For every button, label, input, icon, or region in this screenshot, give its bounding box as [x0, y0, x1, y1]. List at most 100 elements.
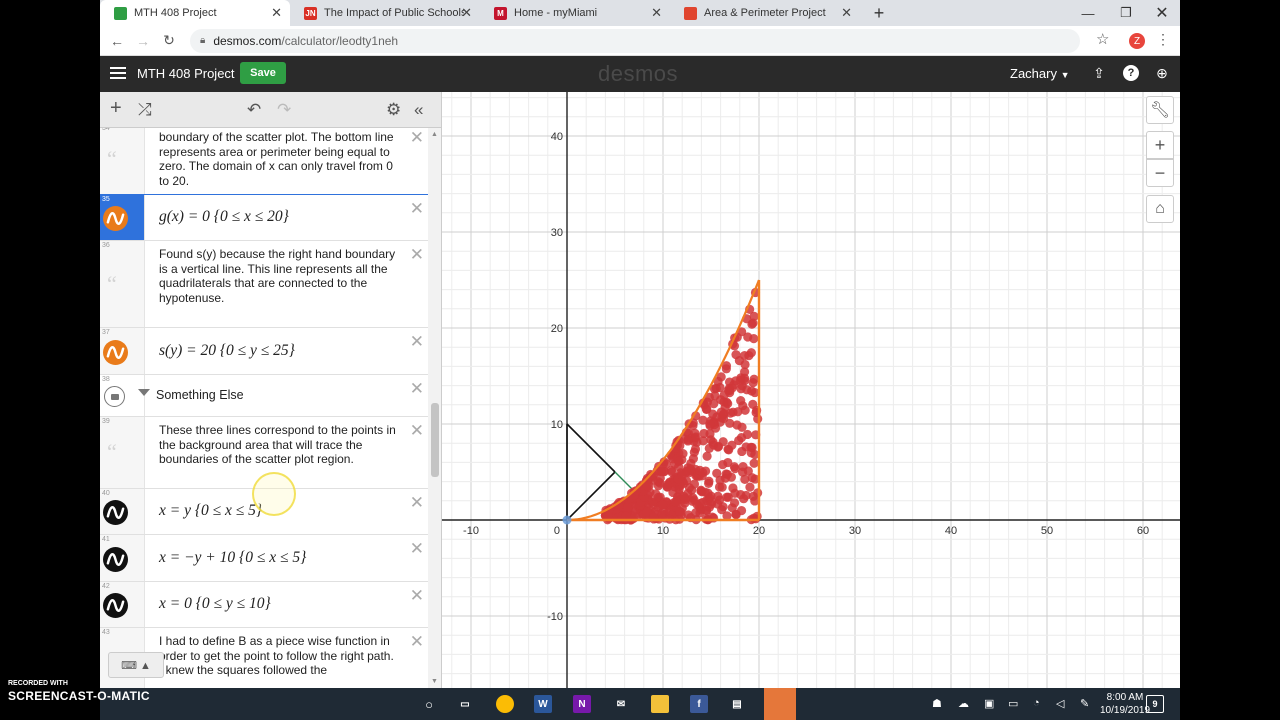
user-menu[interactable]: Zachary ▼	[1010, 66, 1070, 81]
folder-label[interactable]: Something Else	[156, 388, 244, 402]
help-icon[interactable]: ?	[1122, 64, 1140, 82]
graph-function-icon[interactable]	[103, 546, 128, 572]
graph-paper[interactable]: -10 0 10 20 30 40 50 60 40 30 20 10 -10 🔧︎ + − ⌂	[442, 92, 1180, 688]
row-number: 34	[102, 128, 110, 132]
graph-canvas[interactable]: -10 0 10 20 30 40 50 60 40 30 20 10 -10	[442, 92, 1180, 688]
scroll-up-icon[interactable]: ▲	[431, 131, 438, 138]
task-view-icon[interactable]: ▭	[456, 695, 474, 713]
scatter-point	[723, 492, 733, 502]
browser-tab[interactable]: Area & Perimeter Project ✕	[670, 0, 860, 26]
back-icon[interactable]: ←	[104, 28, 130, 54]
delete-expression-icon[interactable]: ✕	[410, 332, 424, 352]
globe-icon[interactable]: ⊕	[1153, 64, 1171, 82]
keyboard-toggle-button[interactable]: ⌨ ▲	[108, 652, 164, 678]
mail-icon[interactable]: ✉	[612, 695, 630, 713]
restore-button[interactable]: ❐	[1108, 0, 1144, 26]
wifi-icon[interactable]: ◔	[1033, 697, 1040, 709]
graph-function-icon[interactable]	[103, 206, 128, 231]
close-window-button[interactable]: ✕	[1144, 0, 1180, 26]
display-icon[interactable]: ▣	[984, 697, 994, 710]
folder-row[interactable]: 38 Something Else ✕	[100, 375, 428, 417]
onenote-icon[interactable]: N	[573, 695, 591, 713]
math-expression[interactable]: x = 0 {0 ≤ y ≤ 10}	[159, 595, 271, 613]
profile-avatar[interactable]: Z	[1129, 33, 1145, 49]
browser-tab[interactable]: M Home - myMiami ✕	[480, 0, 670, 26]
battery-icon[interactable]: ▭	[1008, 697, 1018, 710]
browser-tab[interactable]: JN The Impact of Public Schools on✕	[290, 0, 480, 26]
url-field[interactable]: 🔒︎ desmos.com/calculator/leodty1neh	[190, 28, 1080, 53]
delete-expression-icon[interactable]: ✕	[410, 379, 424, 399]
delete-expression-icon[interactable]: ✕	[410, 539, 424, 559]
minimize-button[interactable]: —	[1070, 0, 1106, 26]
expression-scrollbar[interactable]: ▲ ▼	[428, 128, 441, 688]
share-icon[interactable]: ⇪	[1090, 64, 1108, 82]
scroll-down-icon[interactable]: ▼	[431, 678, 438, 685]
delete-expression-icon[interactable]: ✕	[410, 493, 424, 513]
pen-icon[interactable]: ✎	[1080, 697, 1089, 710]
math-expression[interactable]: g(x) = 0 {0 ≤ x ≤ 20}	[159, 208, 289, 226]
redo-icon[interactable]: ↷	[277, 100, 291, 120]
word-icon[interactable]: W	[534, 695, 552, 713]
home-view-icon[interactable]: ⌂	[1146, 195, 1174, 223]
note-text[interactable]: These three lines correspond to the poin…	[159, 423, 399, 467]
save-button[interactable]: Save	[240, 62, 286, 84]
tab-close-icon[interactable]: ✕	[271, 5, 282, 21]
project-title[interactable]: MTH 408 Project	[137, 66, 235, 81]
screen-recorder-icon[interactable]	[764, 688, 796, 720]
graph-function-icon[interactable]	[103, 339, 128, 365]
delete-expression-icon[interactable]: ✕	[410, 199, 424, 219]
chrome-icon[interactable]	[496, 695, 514, 713]
zoom-out-button[interactable]: −	[1146, 159, 1174, 187]
delete-expression-icon[interactable]: ✕	[410, 245, 424, 265]
math-expression[interactable]: s(y) = 20 {0 ≤ y ≤ 25}	[159, 342, 295, 360]
delete-expression-icon[interactable]: ✕	[410, 632, 424, 652]
scroll-thumb[interactable]	[431, 403, 439, 477]
search-icon[interactable]: ○	[420, 695, 438, 713]
forward-icon[interactable]: →	[130, 28, 156, 54]
tab-close-icon[interactable]: ✕	[461, 5, 472, 21]
news-icon[interactable]: ▤	[728, 695, 746, 713]
expression-row[interactable]: 41 x = −y + 10 {0 ≤ x ≤ 5} ✕	[100, 535, 428, 582]
graph-function-icon[interactable]	[103, 500, 128, 525]
folder-icon[interactable]	[104, 386, 125, 407]
file-explorer-icon[interactable]	[651, 695, 669, 713]
note-text[interactable]: I had to define B as a piece wise functi…	[159, 634, 399, 678]
volume-icon[interactable]: ◁	[1056, 697, 1064, 710]
delete-expression-icon[interactable]: ✕	[410, 421, 424, 441]
x-tick-label: 10	[657, 525, 669, 537]
tab-close-icon[interactable]: ✕	[841, 5, 852, 21]
expression-row[interactable]: 35 g(x) = 0 {0 ≤ x ≤ 20} ✕	[100, 194, 428, 242]
math-expression[interactable]: x = y {0 ≤ x ≤ 5}	[159, 502, 262, 520]
browser-menu-icon[interactable]: ⋮	[1156, 31, 1170, 48]
browser-tab[interactable]: MTH 408 Project ✕	[100, 0, 290, 26]
graph-settings-wrench-icon[interactable]: 🔧︎	[1146, 96, 1174, 124]
add-item-icon[interactable]: +	[110, 97, 122, 120]
tab-title: The Impact of Public Schools on	[324, 7, 464, 19]
collapse-panel-icon[interactable]: «	[414, 100, 423, 120]
hamburger-icon[interactable]	[110, 65, 126, 81]
undo-icon[interactable]: ↶	[247, 100, 261, 120]
graph-function-icon[interactable]	[103, 593, 128, 618]
settings-gear-icon[interactable]: ⚙	[386, 100, 401, 120]
math-expression[interactable]: x = −y + 10 {0 ≤ x ≤ 5}	[159, 549, 306, 567]
cloud-icon[interactable]: ☁	[958, 697, 969, 710]
note-text[interactable]: Found s(y) because the right hand bounda…	[159, 247, 399, 305]
delete-expression-icon[interactable]: ✕	[410, 128, 424, 148]
facebook-icon[interactable]: f	[690, 695, 708, 713]
new-tab-button[interactable]: +	[864, 0, 894, 26]
expression-row[interactable]: 42 x = 0 {0 ≤ y ≤ 10} ✕	[100, 582, 428, 628]
bookmark-star-icon[interactable]: ☆	[1096, 30, 1109, 48]
expression-row[interactable]: 37 s(y) = 20 {0 ≤ y ≤ 25} ✕	[100, 328, 428, 375]
people-icon[interactable]: ☗	[932, 697, 942, 710]
note-row[interactable]: 34 “ boundary of the scatter plot. The bot…	[100, 128, 428, 195]
folder-collapse-icon[interactable]	[138, 389, 150, 396]
reload-icon[interactable]: ↻	[156, 28, 182, 54]
note-text[interactable]: boundary of the scatter plot. The bottom…	[159, 130, 399, 188]
tab-close-icon[interactable]: ✕	[651, 5, 662, 21]
system-clock[interactable]: 8:00 AM 10/19/2019	[1100, 691, 1150, 717]
zoom-in-button[interactable]: +	[1146, 131, 1174, 159]
note-row[interactable]: 36 “ Found s(y) because the right hand bou…	[100, 241, 428, 328]
notifications-icon[interactable]: 9	[1146, 695, 1164, 713]
delete-expression-icon[interactable]: ✕	[410, 586, 424, 606]
shuffle-icon[interactable]: ⤮	[138, 100, 152, 120]
